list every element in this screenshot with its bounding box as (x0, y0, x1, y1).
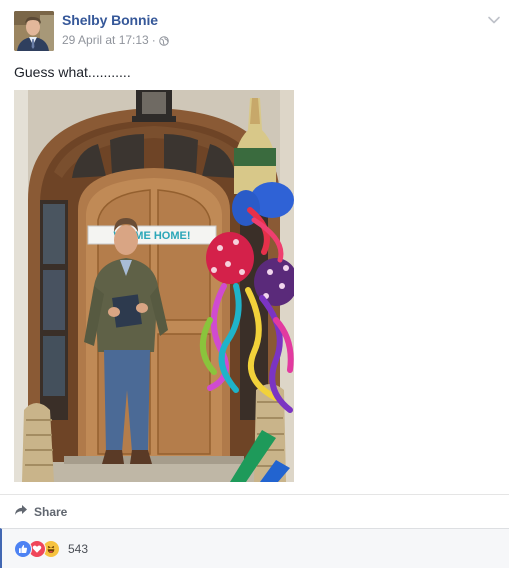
photo-image: WE ME HOME! (14, 90, 294, 482)
share-label: Share (34, 504, 68, 519)
like-reaction-icon (14, 540, 32, 558)
globe-icon[interactable] (158, 35, 169, 46)
share-button[interactable]: Share (14, 504, 67, 519)
post-action-bar: Share (0, 494, 509, 529)
avatar-image (14, 11, 54, 51)
reaction-count[interactable]: 543 (68, 542, 88, 556)
post-message: Guess what........... (14, 64, 131, 80)
post-timestamp[interactable]: 29 April at 17:13 (62, 33, 149, 47)
post-meta: 29 April at 17:13 · (62, 33, 169, 47)
author-avatar[interactable] (14, 11, 54, 51)
facebook-post: Shelby Bonnie 29 April at 17:13 · Guess … (0, 0, 509, 568)
post-photo[interactable]: WE ME HOME! (14, 90, 294, 482)
author-name-link[interactable]: Shelby Bonnie (62, 12, 158, 28)
reaction-icons[interactable] (14, 540, 60, 558)
share-arrow-icon (14, 504, 28, 519)
reactions-summary-bar: 543 (0, 528, 509, 568)
meta-separator: · (151, 33, 156, 47)
chevron-down-icon[interactable] (487, 12, 501, 24)
